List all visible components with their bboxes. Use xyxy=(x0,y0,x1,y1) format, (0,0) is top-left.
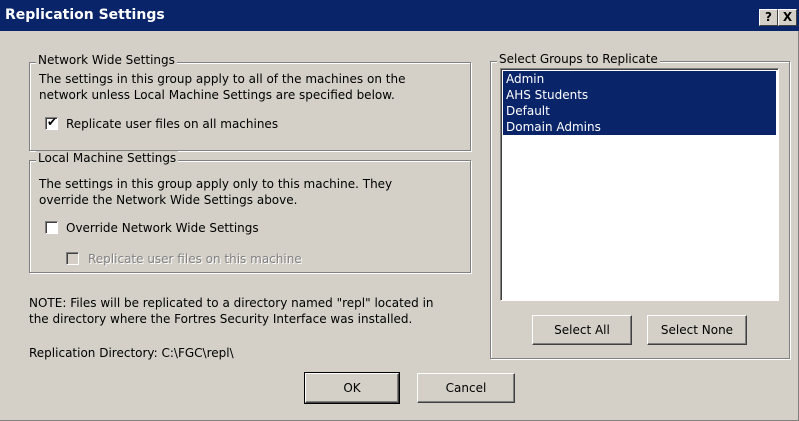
help-button[interactable]: ? xyxy=(759,9,778,26)
list-item-domain-admins[interactable]: Domain Admins xyxy=(503,119,776,135)
window-title: Replication Settings xyxy=(5,7,165,23)
list-item-admin[interactable]: Admin xyxy=(503,71,776,87)
note-line2: the directory where the Fortres Security… xyxy=(29,312,413,326)
local-description-line2: override the Network Wide Settings above… xyxy=(39,193,298,207)
replication-directory-text: Replication Directory: C:\FGC\repl\ xyxy=(29,346,234,360)
replication-settings-dialog: Replication Settings ? X Network Wide Se… xyxy=(0,0,799,421)
local-machine-settings-legend: Local Machine Settings xyxy=(36,151,179,165)
replicate-all-machines-label[interactable]: Replicate user files on all machines xyxy=(66,116,278,132)
checkmark-icon: ✔ xyxy=(47,115,58,129)
note-line1: NOTE: Files will be replicated to a dire… xyxy=(29,296,434,310)
override-network-settings-checkbox[interactable] xyxy=(45,221,58,234)
override-network-settings-label[interactable]: Override Network Wide Settings xyxy=(66,220,259,236)
select-none-button[interactable]: Select None xyxy=(647,315,747,345)
local-description-line1: The settings in this group apply only to… xyxy=(39,177,393,191)
list-item-default[interactable]: Default xyxy=(503,103,776,119)
network-wide-settings-legend: Network Wide Settings xyxy=(36,53,177,67)
select-groups-legend: Select Groups to Replicate xyxy=(497,52,660,66)
network-description-line2: network unless Local Machine Settings ar… xyxy=(39,88,395,102)
list-item-ahs-students[interactable]: AHS Students xyxy=(503,87,776,103)
cancel-button[interactable]: Cancel xyxy=(417,373,515,403)
replicate-this-machine-checkbox xyxy=(66,252,79,265)
close-button[interactable]: X xyxy=(778,9,797,26)
title-bar[interactable]: Replication Settings ? X xyxy=(0,0,799,31)
network-description-line1: The settings in this group apply to all … xyxy=(39,72,406,86)
select-all-button[interactable]: Select All xyxy=(532,315,632,345)
ok-button[interactable]: OK xyxy=(304,372,400,404)
replicate-all-machines-checkbox[interactable]: ✔ xyxy=(45,115,58,130)
replicate-this-machine-label: Replicate user files on this machine xyxy=(88,252,302,266)
groups-listbox[interactable]: Admin AHS Students Default Domain Admins xyxy=(500,68,779,301)
